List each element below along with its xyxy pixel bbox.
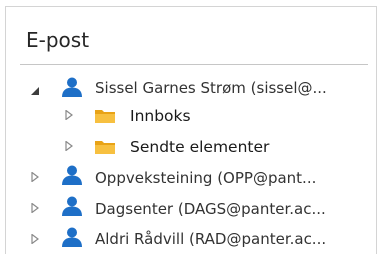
- tree-item-label: Aldri Rådvill (RAD@panter.ac...: [95, 229, 327, 248]
- tree-item-label: Oppveksteining (OPP@pant...: [95, 168, 317, 187]
- tree-item-label: Sendte elementer: [130, 137, 270, 156]
- tree-item-label: Sissel Garnes Strøm (sissel@...: [95, 78, 327, 97]
- tree-item-label: Dagsenter (DAGS@panter.ac...: [95, 199, 326, 218]
- tree-item-label: Innboks: [130, 106, 191, 125]
- pane-border-right: [376, 6, 377, 254]
- folder-icon: [95, 141, 115, 154]
- tree-item-account[interactable]: Oppveksteining (OPP@pant...: [95, 163, 316, 192]
- collapsed-arrow-icon[interactable]: [30, 234, 40, 244]
- person-icon: [62, 196, 82, 216]
- collapsed-arrow-icon[interactable]: [64, 110, 74, 120]
- pane-title: E-post: [26, 28, 90, 52]
- tree-item-account[interactable]: Aldri Rådvill (RAD@panter.ac...: [95, 224, 326, 253]
- expanded-arrow-icon[interactable]: [30, 86, 40, 96]
- pane-border-top: [5, 6, 377, 7]
- person-icon: [62, 165, 82, 185]
- tree-item-folder-inbox[interactable]: Innboks: [130, 101, 191, 130]
- tree-item-folder-sent[interactable]: Sendte elementer: [130, 132, 269, 161]
- tree-item-account[interactable]: Dagsenter (DAGS@panter.ac...: [95, 194, 326, 223]
- tree-item-account[interactable]: Sissel Garnes Strøm (sissel@...: [95, 73, 327, 102]
- email-pane: E-post Sissel Garnes Strøm (sissel@... I…: [0, 0, 385, 254]
- title-divider: [20, 64, 368, 65]
- collapsed-arrow-icon[interactable]: [30, 203, 40, 213]
- collapsed-arrow-icon[interactable]: [30, 172, 40, 182]
- person-icon: [62, 77, 82, 97]
- folder-icon: [95, 110, 115, 123]
- pane-border-left: [5, 6, 6, 254]
- person-icon: [62, 227, 82, 247]
- collapsed-arrow-icon[interactable]: [64, 141, 74, 151]
